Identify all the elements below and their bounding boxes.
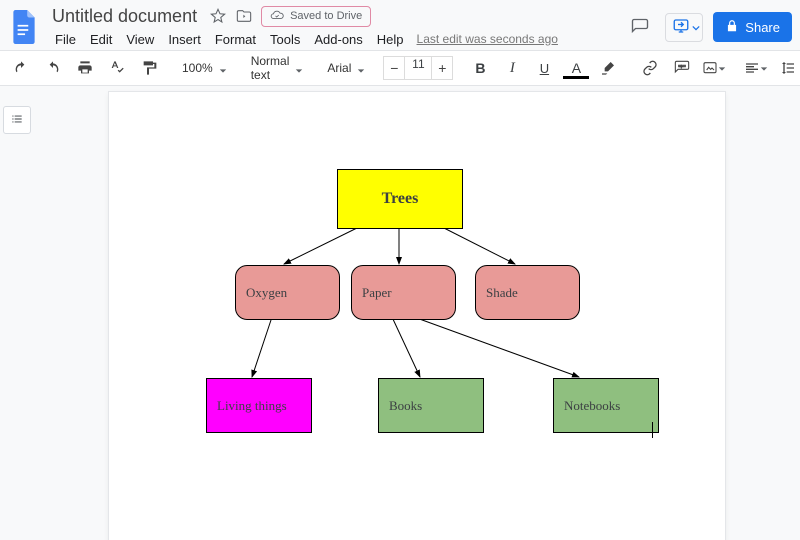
lock-icon <box>725 19 739 36</box>
text-color-swatch <box>563 76 589 79</box>
menu-tools[interactable]: Tools <box>263 29 307 50</box>
font-size-input[interactable]: 11 <box>405 56 431 80</box>
line-spacing-button[interactable] <box>773 56 800 80</box>
font-size-decrease[interactable]: − <box>383 56 405 80</box>
document-title[interactable]: Untitled document <box>48 5 201 28</box>
caret-down-icon <box>760 61 768 76</box>
paint-format-button[interactable] <box>134 56 164 80</box>
menu-help[interactable]: Help <box>370 29 411 50</box>
zoom-value: 100% <box>182 61 213 75</box>
text-cursor <box>652 422 653 438</box>
menu-edit[interactable]: Edit <box>83 29 119 50</box>
align-button[interactable] <box>741 56 771 80</box>
menu-format[interactable]: Format <box>208 29 263 50</box>
font-combo[interactable]: Arial <box>321 56 371 80</box>
undo-button[interactable] <box>6 56 36 80</box>
comments-history-button[interactable] <box>625 12 655 42</box>
star-icon[interactable] <box>209 7 227 25</box>
toolbar: 100% Normal text Arial − 11 + B I U A ⋯ <box>0 50 800 86</box>
diagram-node-trees[interactable]: Trees <box>337 169 463 229</box>
docs-logo[interactable] <box>10 9 38 45</box>
present-button[interactable] <box>665 13 703 42</box>
present-caret-icon <box>692 20 700 35</box>
workspace: Trees Oxygen Paper Shade Living things B… <box>0 86 800 540</box>
diagram-node-paper[interactable]: Paper <box>351 265 456 320</box>
font-value: Arial <box>327 61 351 75</box>
paragraph-style-value: Normal text <box>251 54 290 82</box>
diagram-node-shade[interactable]: Shade <box>475 265 580 320</box>
bold-button[interactable]: B <box>465 56 495 80</box>
highlight-button[interactable] <box>593 56 623 80</box>
text-color-button[interactable]: A <box>561 56 591 80</box>
diagram-node-oxygen[interactable]: Oxygen <box>235 265 340 320</box>
underline-button[interactable]: U <box>529 56 559 80</box>
insert-comment-button[interactable] <box>667 56 697 80</box>
spellcheck-button[interactable] <box>102 56 132 80</box>
diagram-node-books[interactable]: Books <box>378 378 484 433</box>
menu-file[interactable]: File <box>48 29 83 50</box>
outline-icon <box>10 112 24 129</box>
menu-view[interactable]: View <box>119 29 161 50</box>
move-icon[interactable] <box>235 7 253 25</box>
paragraph-style-combo[interactable]: Normal text <box>245 56 310 80</box>
diagram-node-notebooks[interactable]: Notebooks <box>553 378 659 433</box>
insert-image-button[interactable] <box>699 56 729 80</box>
cloud-icon <box>270 8 284 25</box>
share-button[interactable]: Share <box>713 12 792 42</box>
outline-toggle-button[interactable] <box>3 106 31 134</box>
print-button[interactable] <box>70 56 100 80</box>
diagram-node-living-things[interactable]: Living things <box>206 378 312 433</box>
saved-to-drive-pill[interactable]: Saved to Drive <box>261 6 371 27</box>
menu-insert[interactable]: Insert <box>161 29 208 50</box>
saved-to-drive-label: Saved to Drive <box>290 10 362 22</box>
last-edit-link[interactable]: Last edit was seconds ago <box>417 29 558 50</box>
italic-button[interactable]: I <box>497 56 527 80</box>
font-size-stepper: − 11 + <box>383 56 453 80</box>
caret-down-icon <box>219 64 227 72</box>
menu-bar: File Edit View Insert Format Tools Add-o… <box>48 29 558 50</box>
present-icon <box>672 17 690 38</box>
caret-down-icon <box>357 64 365 72</box>
insert-link-button[interactable] <box>635 56 665 80</box>
caret-down-icon <box>295 64 303 72</box>
redo-button[interactable] <box>38 56 68 80</box>
share-label: Share <box>745 20 780 35</box>
caret-down-icon <box>718 61 726 76</box>
zoom-combo[interactable]: 100% <box>176 56 233 80</box>
titlebar: Untitled document Saved to Drive File Ed… <box>0 0 800 50</box>
document-page[interactable]: Trees Oxygen Paper Shade Living things B… <box>109 92 725 540</box>
left-rail <box>0 86 34 540</box>
menu-addons[interactable]: Add-ons <box>307 29 369 50</box>
font-size-increase[interactable]: + <box>431 56 453 80</box>
canvas-area[interactable]: Trees Oxygen Paper Shade Living things B… <box>34 86 800 540</box>
text-color-glyph: A <box>572 60 581 76</box>
